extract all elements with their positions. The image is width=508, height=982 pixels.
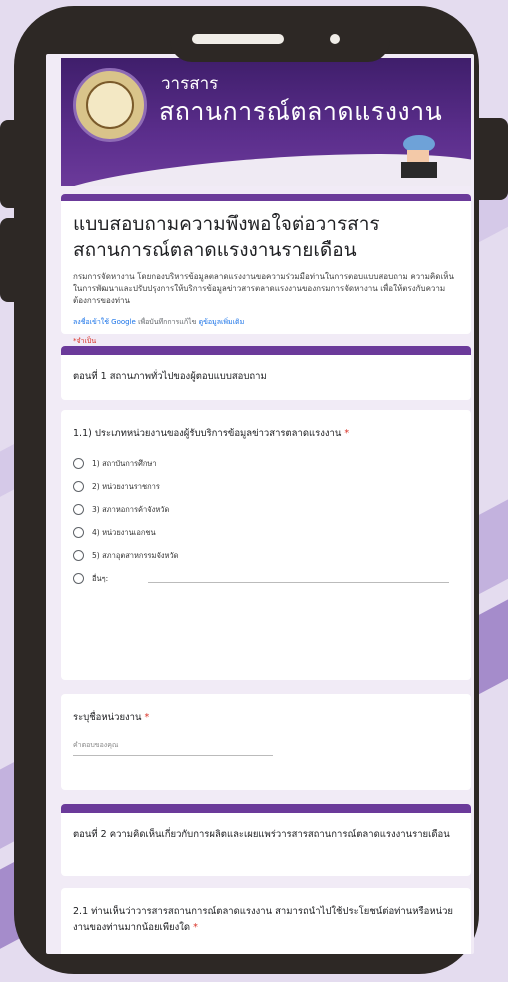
signin-text: เพื่อบันทึกการแก้ไข	[135, 318, 199, 326]
radio-option[interactable]: 4) หน่วยงานเอกชน	[73, 521, 459, 544]
radio-option-other[interactable]: อื่นๆ:	[73, 567, 459, 590]
radio-option[interactable]: 2) หน่วยงานราชการ	[73, 475, 459, 498]
radio-button[interactable]	[73, 573, 84, 584]
radio-button[interactable]	[73, 527, 84, 538]
radio-option[interactable]: 1) สถาบันการศึกษา	[73, 452, 459, 475]
question-label: 1.1) ประเภทหน่วยงานของผู้รับบริการข้อมูล…	[73, 426, 459, 442]
option-label: 2) หน่วยงานราชการ	[92, 481, 160, 491]
question-text: 2.1 ท่านเห็นว่าวารสารสถานการณ์ตลาดแรงงาน…	[73, 906, 453, 933]
required-star: *	[193, 922, 198, 933]
answer-input[interactable]: คำตอบของคุณ	[73, 740, 273, 756]
reading-person-icon	[401, 135, 437, 178]
logo-emblem-icon	[86, 81, 134, 129]
question-label: 2.1 ท่านเห็นว่าวารสารสถานการณ์ตลาดแรงงาน…	[73, 904, 459, 936]
radio-button[interactable]	[73, 458, 84, 469]
question-text: ระบุชื่อหน่วยงาน	[73, 712, 142, 723]
banner-title: สถานการณ์ตลาดแรงงาน	[159, 97, 443, 126]
option-label: 1) สถาบันการศึกษา	[92, 458, 157, 468]
radio-button[interactable]	[73, 481, 84, 492]
section-title: ตอนที่ 2 ความคิดเห็นเกี่ยวกับการผลิตและเ…	[73, 829, 450, 840]
front-camera-icon	[330, 34, 340, 44]
phone-screen: วารสาร สถานการณ์ตลาดแรงงาน แบบสอบถามความ…	[46, 54, 474, 954]
learn-more-link[interactable]: ดูข้อมูลเพิ่มเติม	[199, 318, 245, 326]
section-header-1: ตอนที่ 1 สถานภาพทั่วไปของผู้ตอบแบบสอบถาม	[61, 346, 471, 400]
required-star: *	[144, 712, 150, 723]
signin-notice: ลงชื่อเข้าใช้ Google เพื่อบันทึกการแก้ไข…	[73, 317, 457, 328]
form-title: แบบสอบถามความพึงพอใจต่อวารสารสถานการณ์ตล…	[73, 213, 380, 261]
question-card-unit-name: ระบุชื่อหน่วยงาน * คำตอบของคุณ	[61, 694, 471, 790]
radio-option[interactable]: 5) สภาอุตสาหกรรมจังหวัด	[73, 544, 459, 567]
radio-button[interactable]	[73, 550, 84, 561]
question-text: 1.1) ประเภทหน่วยงานของผู้รับบริการข้อมูล…	[73, 428, 342, 439]
form-description: กรมการจัดหางาน โดยกองบริหารข้อมูลตลาดแรง…	[73, 272, 454, 305]
radio-button[interactable]	[73, 504, 84, 515]
required-star: *	[344, 428, 350, 439]
option-label: 5) สภาอุตสาหกรรมจังหวัด	[92, 550, 179, 560]
question-card-usefulness: 2.1 ท่านเห็นว่าวารสารสถานการณ์ตลาดแรงงาน…	[61, 888, 471, 954]
department-logo	[73, 68, 147, 142]
speaker-grille	[192, 34, 284, 44]
question-label: ระบุชื่อหน่วยงาน *	[73, 710, 459, 726]
header-banner: วารสาร สถานการณ์ตลาดแรงงาน	[61, 58, 471, 186]
option-label: 3) สภาหอการค้าจังหวัด	[92, 504, 170, 514]
section-header-2: ตอนที่ 2 ความคิดเห็นเกี่ยวกับการผลิตและเ…	[61, 804, 471, 876]
section-title: ตอนที่ 1 สถานภาพทั่วไปของผู้ตอบแบบสอบถาม	[73, 371, 267, 382]
phone-frame: วารสาร สถานการณ์ตลาดแรงงาน แบบสอบถามความ…	[14, 6, 479, 974]
option-label: อื่นๆ:	[92, 573, 109, 583]
radio-option[interactable]: 3) สภาหอการค้าจังหวัด	[73, 498, 459, 521]
signin-link[interactable]: ลงชื่อเข้าใช้ Google	[73, 318, 136, 326]
form-header-card: แบบสอบถามความพึงพอใจต่อวารสารสถานการณ์ตล…	[61, 194, 471, 345]
option-label: 4) หน่วยงานเอกชน	[92, 527, 156, 537]
other-text-input[interactable]	[148, 582, 449, 583]
question-card-unit-type: 1.1) ประเภทหน่วยงานของผู้รับบริการข้อมูล…	[61, 410, 471, 680]
